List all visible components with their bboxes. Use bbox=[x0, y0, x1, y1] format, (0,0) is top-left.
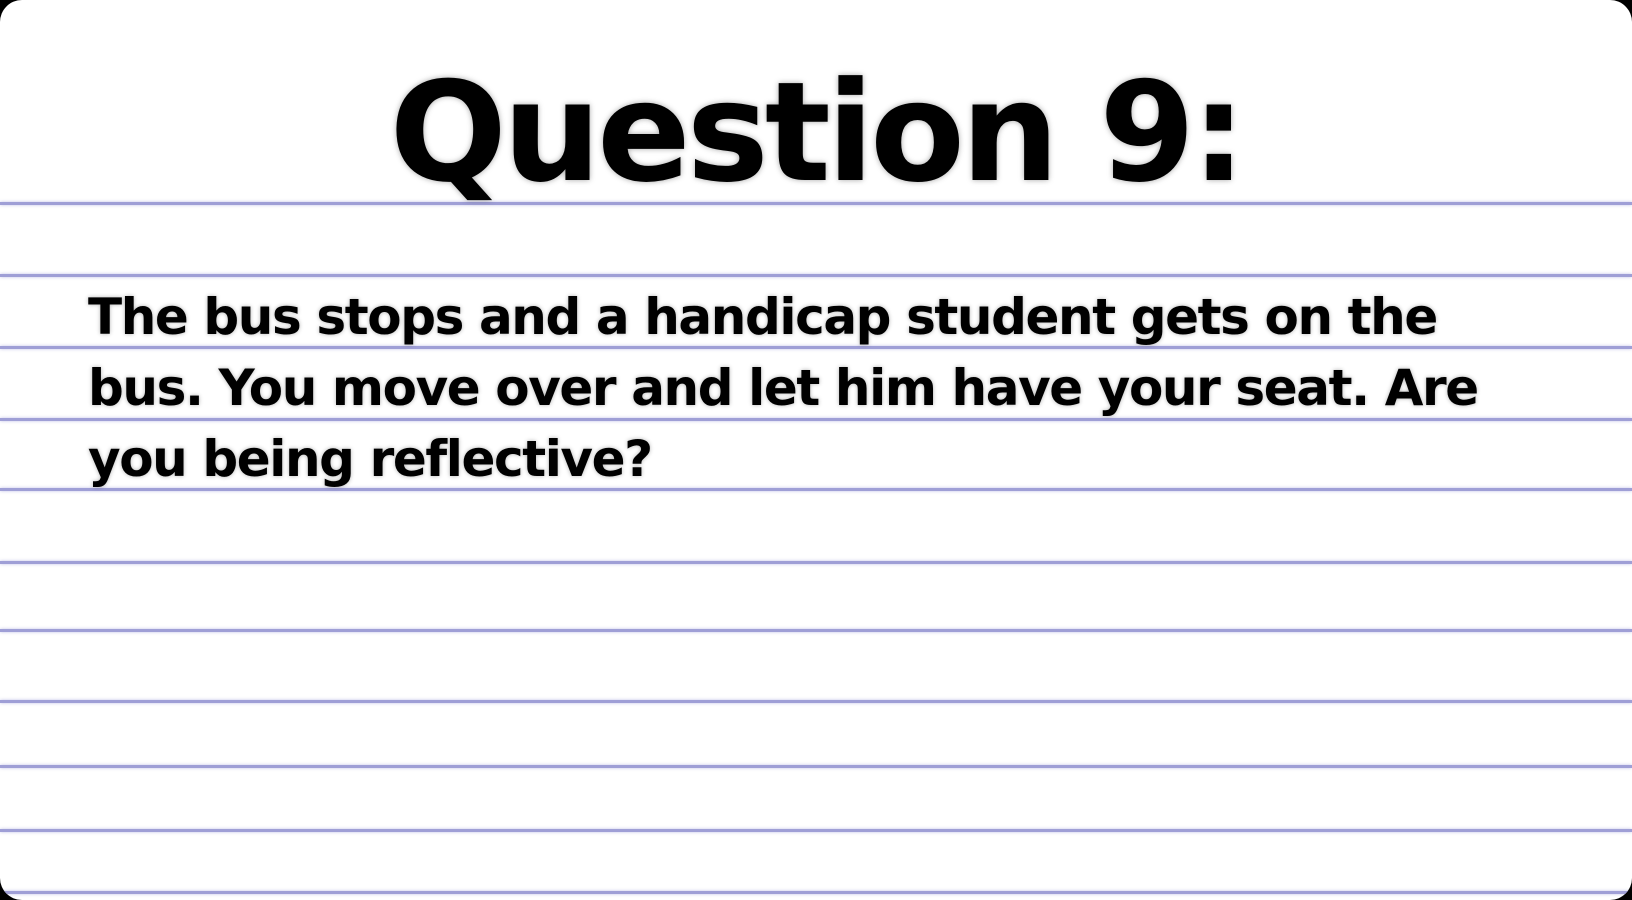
ruled-line bbox=[0, 629, 1632, 632]
ruled-line bbox=[0, 700, 1632, 703]
slide-title: Question 9: bbox=[389, 52, 1247, 213]
question-text: The bus stops and a handicap student get… bbox=[88, 288, 1479, 488]
ruled-line bbox=[0, 891, 1632, 894]
notebook-slide: Question 9: The bus stops and a handicap… bbox=[0, 0, 1632, 900]
ruled-line bbox=[0, 561, 1632, 564]
ruled-line bbox=[0, 829, 1632, 832]
ruled-line bbox=[0, 274, 1632, 277]
ruled-line bbox=[0, 765, 1632, 768]
